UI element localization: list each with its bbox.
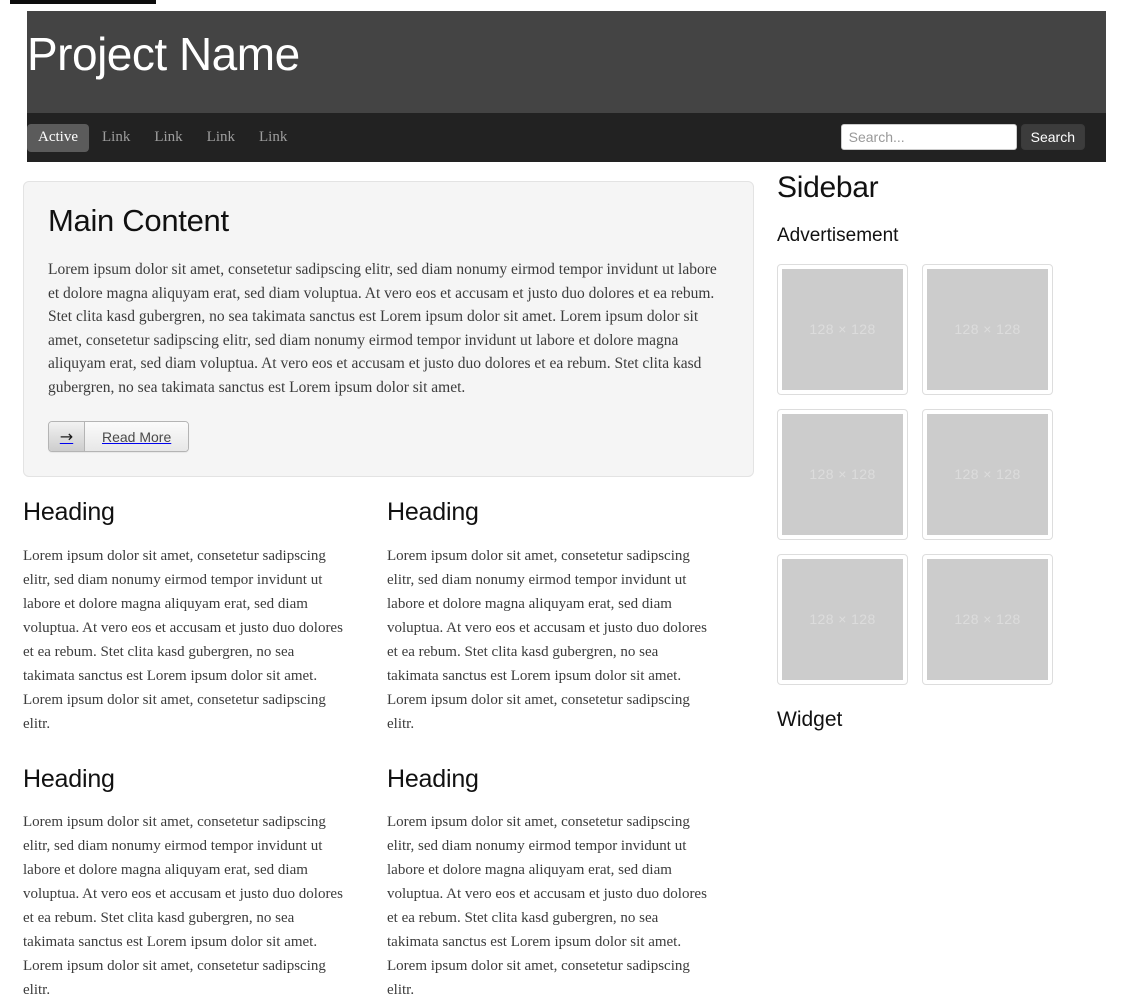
article-text: Lorem ipsum dolor sit amet, consetetur s… [387, 810, 707, 1002]
read-more-label: Read More [85, 422, 188, 451]
nav-item-4: Link [248, 124, 298, 152]
nav-list: Active Link Link Link Link [27, 124, 298, 152]
thumbnail-placeholder[interactable]: 128 × 128 [777, 554, 908, 685]
thumbnail-label: 128 × 128 [782, 414, 903, 535]
article-block: Heading Lorem ipsum dolor sit amet, cons… [387, 499, 707, 736]
article-columns: Heading Lorem ipsum dolor sit amet, cons… [23, 499, 756, 1002]
nav-link-active[interactable]: Active [27, 124, 89, 152]
thumbnail-placeholder[interactable]: 128 × 128 [922, 409, 1053, 540]
article-heading: Heading [387, 766, 707, 794]
advertisement-thumbnail-grid: 128 × 128 128 × 128 128 × 128 128 × 128 … [777, 264, 1069, 685]
article-text: Lorem ipsum dolor sit amet, consetetur s… [23, 544, 343, 736]
page-title: Project Name [27, 28, 300, 81]
article-column-right: Heading Lorem ipsum dolor sit amet, cons… [387, 499, 707, 1002]
nav-link-3[interactable]: Link [196, 124, 246, 152]
main-navbar: Active Link Link Link Link Search [27, 113, 1106, 162]
arrow-right-icon: → [49, 422, 85, 451]
thumbnail-placeholder[interactable]: 128 × 128 [777, 409, 908, 540]
read-more-button[interactable]: → Read More [48, 421, 189, 452]
thumbnail-label: 128 × 128 [927, 269, 1048, 390]
nav-link-1[interactable]: Link [91, 124, 141, 152]
nav-item-2: Link [143, 124, 193, 152]
hero-title: Main Content [48, 204, 729, 238]
site-masthead: Project Name [27, 11, 1106, 113]
article-block: Heading Lorem ipsum dolor sit amet, cons… [387, 766, 707, 1002]
article-block: Heading Lorem ipsum dolor sit amet, cons… [23, 766, 343, 1002]
nav-item-1: Link [91, 124, 141, 152]
thumbnail-label: 128 × 128 [782, 559, 903, 680]
nav-item-active: Active [27, 124, 89, 152]
main-column: Main Content Lorem ipsum dolor sit amet,… [23, 162, 756, 1002]
article-block: Heading Lorem ipsum dolor sit amet, cons… [23, 499, 343, 736]
page-root: Project Name Active Link Link Link Link … [0, 0, 1134, 769]
sidebar-advertisement-title: Advertisement [777, 226, 1087, 247]
thumbnail-placeholder[interactable]: 128 × 128 [777, 264, 908, 395]
search-button[interactable]: Search [1021, 124, 1085, 150]
article-heading: Heading [23, 766, 343, 794]
nav-link-2[interactable]: Link [143, 124, 193, 152]
search-form: Search [841, 124, 1085, 150]
sidebar: Sidebar Advertisement 128 × 128 128 × 12… [777, 162, 1087, 731]
nav-link-4[interactable]: Link [248, 124, 298, 152]
article-text: Lorem ipsum dolor sit amet, consetetur s… [23, 810, 343, 1002]
thumbnail-label: 128 × 128 [782, 269, 903, 390]
sidebar-widget-title: Widget [777, 708, 1087, 731]
sidebar-title: Sidebar [777, 171, 1087, 204]
article-column-left: Heading Lorem ipsum dolor sit amet, cons… [23, 499, 343, 1002]
hero-panel: Main Content Lorem ipsum dolor sit amet,… [23, 181, 754, 477]
article-heading: Heading [387, 499, 707, 527]
article-heading: Heading [23, 499, 343, 527]
thumbnail-label: 128 × 128 [927, 559, 1048, 680]
nav-item-3: Link [196, 124, 246, 152]
hero-paragraph: Lorem ipsum dolor sit amet, consetetur s… [48, 258, 729, 399]
thumbnail-label: 128 × 128 [927, 414, 1048, 535]
thumbnail-placeholder[interactable]: 128 × 128 [922, 554, 1053, 685]
article-text: Lorem ipsum dolor sit amet, consetetur s… [387, 544, 707, 736]
thumbnail-placeholder[interactable]: 128 × 128 [922, 264, 1053, 395]
search-input[interactable] [841, 124, 1017, 150]
